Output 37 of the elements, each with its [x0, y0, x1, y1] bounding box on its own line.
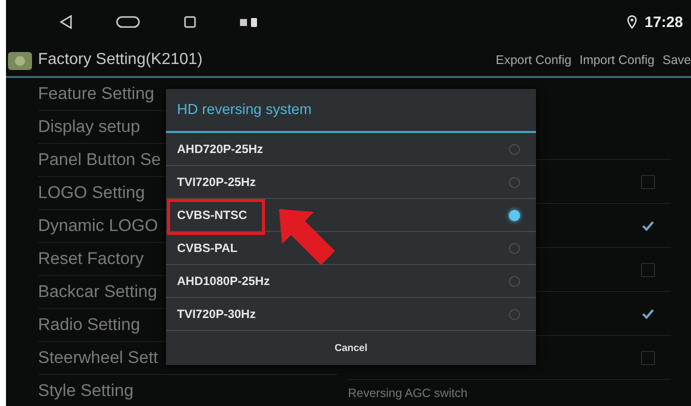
option-row[interactable]: TVI720P-30Hz	[166, 298, 536, 331]
toolbar-action[interactable]: Save	[662, 53, 691, 67]
arrow-icon	[278, 208, 336, 266]
notification-icons	[240, 17, 258, 27]
option-label: CVBS-NTSC	[177, 208, 248, 222]
option-label: AHD720P-25Hz	[177, 142, 264, 156]
option-row[interactable]: TVI720P-25Hz	[166, 166, 536, 199]
toolbar-action[interactable]: Import Config	[579, 53, 654, 67]
home-icon[interactable]	[116, 16, 140, 28]
checkbox[interactable]	[641, 306, 655, 320]
back-icon[interactable]	[60, 15, 72, 29]
option-row[interactable]: AHD720P-25Hz	[166, 133, 536, 166]
radio-button[interactable]	[509, 242, 520, 254]
checkbox[interactable]	[641, 174, 655, 188]
recents-icon[interactable]	[184, 16, 196, 28]
clock: 17:28	[644, 14, 683, 30]
cancel-button[interactable]: Cancel	[166, 331, 536, 365]
radio-button[interactable]	[509, 308, 520, 320]
setting-label: Reversing AGC switch	[348, 386, 468, 400]
checkbox[interactable]	[641, 262, 655, 276]
radio-button[interactable]	[509, 176, 520, 188]
option-row[interactable]: AHD1080P-25Hz	[166, 265, 536, 298]
option-label: CVBS-PAL	[177, 241, 238, 255]
radio-button[interactable]	[509, 210, 520, 220]
toolbar-action[interactable]: Export Config	[496, 53, 572, 67]
option-label: TVI720P-25Hz	[177, 175, 256, 189]
radio-button[interactable]	[509, 144, 520, 154]
dialog-title: HD reversing system	[177, 102, 312, 118]
checkbox[interactable]	[641, 218, 655, 232]
sidebar-item[interactable]: Style Setting	[38, 375, 338, 406]
option-label: TVI720P-30Hz	[177, 307, 256, 321]
location-icon	[626, 15, 637, 29]
radio-button[interactable]	[509, 276, 520, 286]
page-title: Factory Setting(K2101)	[38, 51, 203, 69]
app-icon	[8, 49, 32, 71]
checkbox[interactable]	[641, 350, 655, 364]
option-label: AHD1080P-25Hz	[177, 274, 270, 288]
